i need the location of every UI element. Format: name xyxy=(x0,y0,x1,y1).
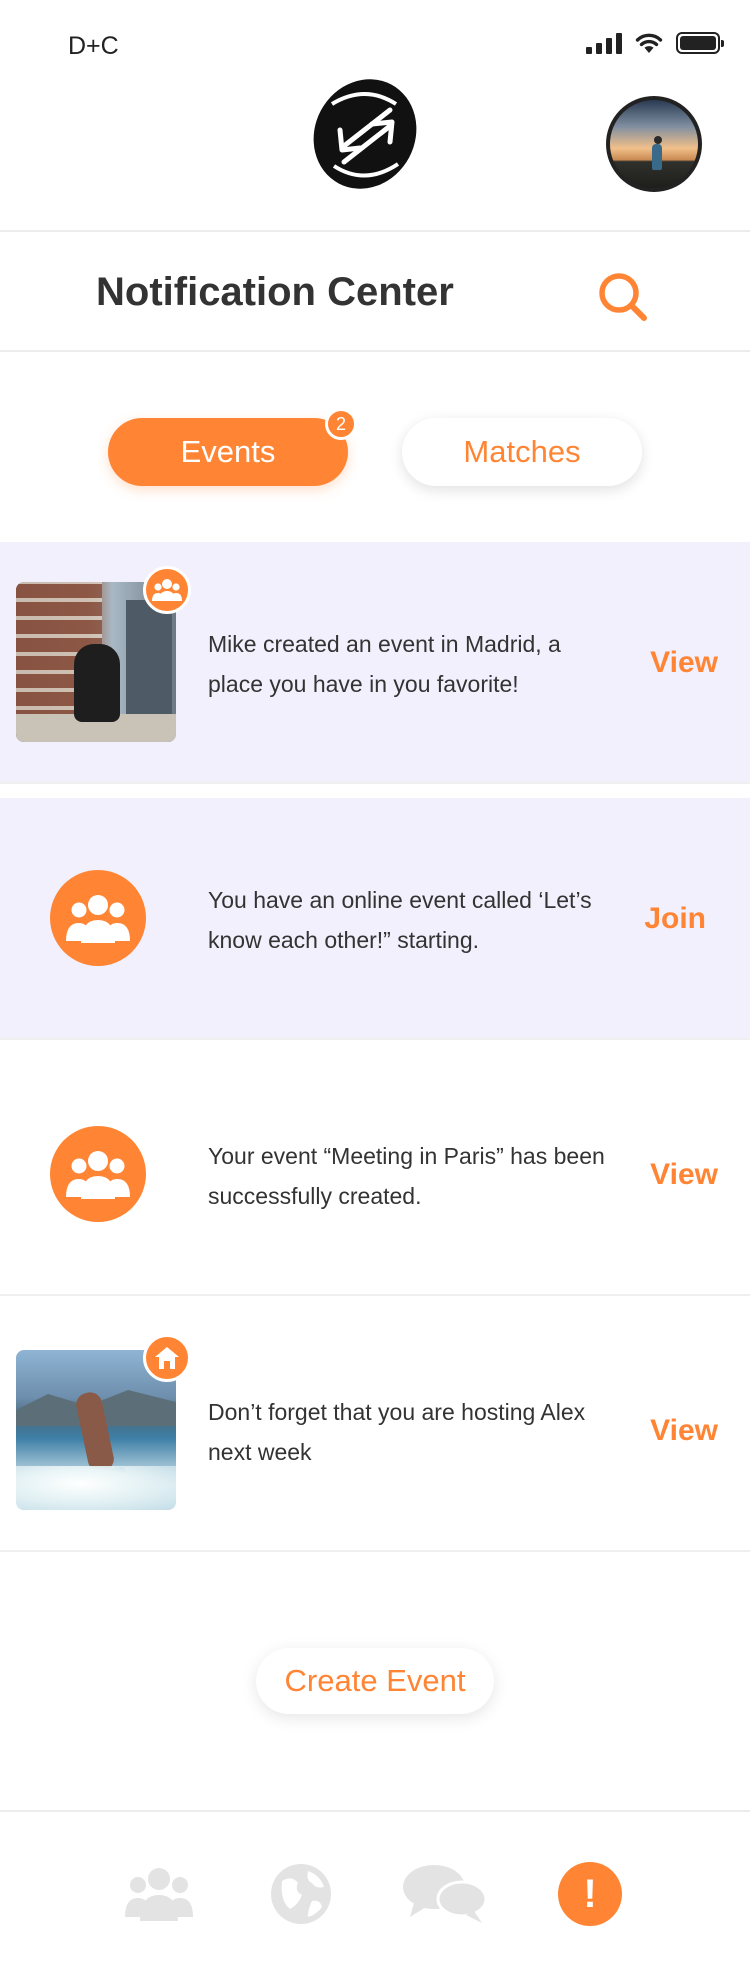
notification-item[interactable]: Your event “Meeting in Paris” has been s… xyxy=(0,1054,750,1296)
view-button[interactable]: View xyxy=(650,1414,718,1448)
page-title: Notification Center xyxy=(96,270,454,314)
group-icon xyxy=(50,1126,146,1222)
nav-alerts[interactable]: ! xyxy=(545,1852,635,1936)
status-icons xyxy=(586,32,724,54)
nav-people[interactable] xyxy=(114,1852,204,1936)
notification-text: Mike created an event in Madrid, a place… xyxy=(208,631,561,697)
alert-icon: ! xyxy=(558,1862,622,1926)
wifi-icon xyxy=(635,33,663,53)
search-icon[interactable] xyxy=(596,270,650,324)
title-bar: Notification Center xyxy=(0,234,750,352)
tab-events[interactable]: Events xyxy=(108,418,348,486)
join-button[interactable]: Join xyxy=(644,902,706,936)
notification-text: Your event “Meeting in Paris” has been s… xyxy=(208,1143,605,1209)
home-icon xyxy=(143,1334,191,1382)
tab-bar: Events 2 Matches xyxy=(0,408,750,486)
bottom-nav: ! xyxy=(0,1810,750,1988)
chat-icon xyxy=(403,1865,488,1923)
app-header xyxy=(0,60,750,232)
app-logo-icon xyxy=(313,79,417,189)
create-event-button[interactable]: Create Event xyxy=(256,1648,494,1714)
notification-item[interactable]: Don’t forget that you are hosting Alex n… xyxy=(0,1310,750,1552)
events-count-badge: 2 xyxy=(325,408,357,440)
notification-item[interactable]: Mike created an event in Madrid, a place… xyxy=(0,542,750,784)
nav-globe[interactable] xyxy=(256,1852,346,1936)
carrier-label: D+C xyxy=(68,32,119,60)
globe-icon xyxy=(271,1864,331,1924)
signal-icon xyxy=(586,32,622,54)
profile-avatar[interactable] xyxy=(606,96,702,192)
nav-chat[interactable] xyxy=(400,1852,490,1936)
notification-item[interactable]: You have an online event called ‘Let’s k… xyxy=(0,798,750,1040)
people-icon xyxy=(125,1868,193,1921)
notification-text: Don’t forget that you are hosting Alex n… xyxy=(208,1399,586,1465)
view-button[interactable]: View xyxy=(650,646,718,680)
group-icon xyxy=(143,566,191,614)
notification-text: You have an online event called ‘Let’s k… xyxy=(208,887,592,953)
tab-matches[interactable]: Matches xyxy=(402,418,642,486)
view-button[interactable]: View xyxy=(650,1158,718,1192)
battery-icon xyxy=(676,32,724,54)
group-icon xyxy=(50,870,146,966)
